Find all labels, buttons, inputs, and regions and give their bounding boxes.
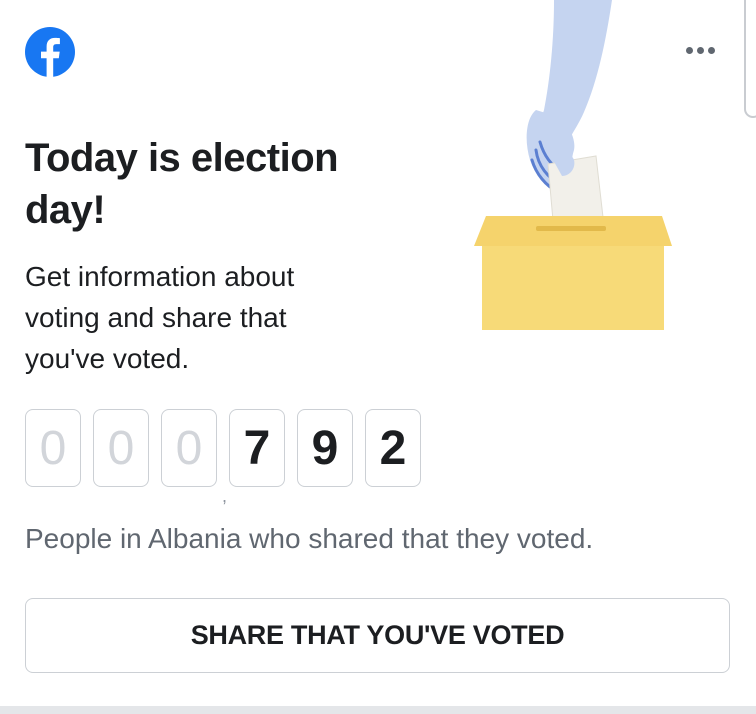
election-day-card: Today is election day! Get information a… <box>0 0 756 706</box>
vote-counter: 000792 <box>25 409 433 489</box>
ballot-box <box>482 246 664 330</box>
counter-digit: 0 <box>25 409 81 487</box>
more-options-button[interactable] <box>678 36 722 64</box>
share-voted-button[interactable]: SHARE THAT YOU'VE VOTED <box>25 598 730 673</box>
counter-digit: 0 <box>161 409 217 487</box>
facebook-logo-icon <box>25 27 75 77</box>
counter-digit: 7 <box>229 409 285 487</box>
ballot-box-hand-illustration <box>474 0 672 330</box>
counter-digit: 9 <box>297 409 353 487</box>
feed-divider <box>0 706 756 714</box>
counter-digit: 0 <box>93 409 149 487</box>
scrollbar[interactable] <box>744 0 756 118</box>
counter-digit: 2 <box>365 409 421 487</box>
subtitle: Get information about voting and share t… <box>25 261 295 374</box>
more-options-icon <box>685 46 693 54</box>
thousands-separator: , <box>222 486 228 506</box>
page-title: Today is election day! <box>25 136 339 232</box>
counter-caption: People in Albania who shared that they v… <box>25 523 594 554</box>
